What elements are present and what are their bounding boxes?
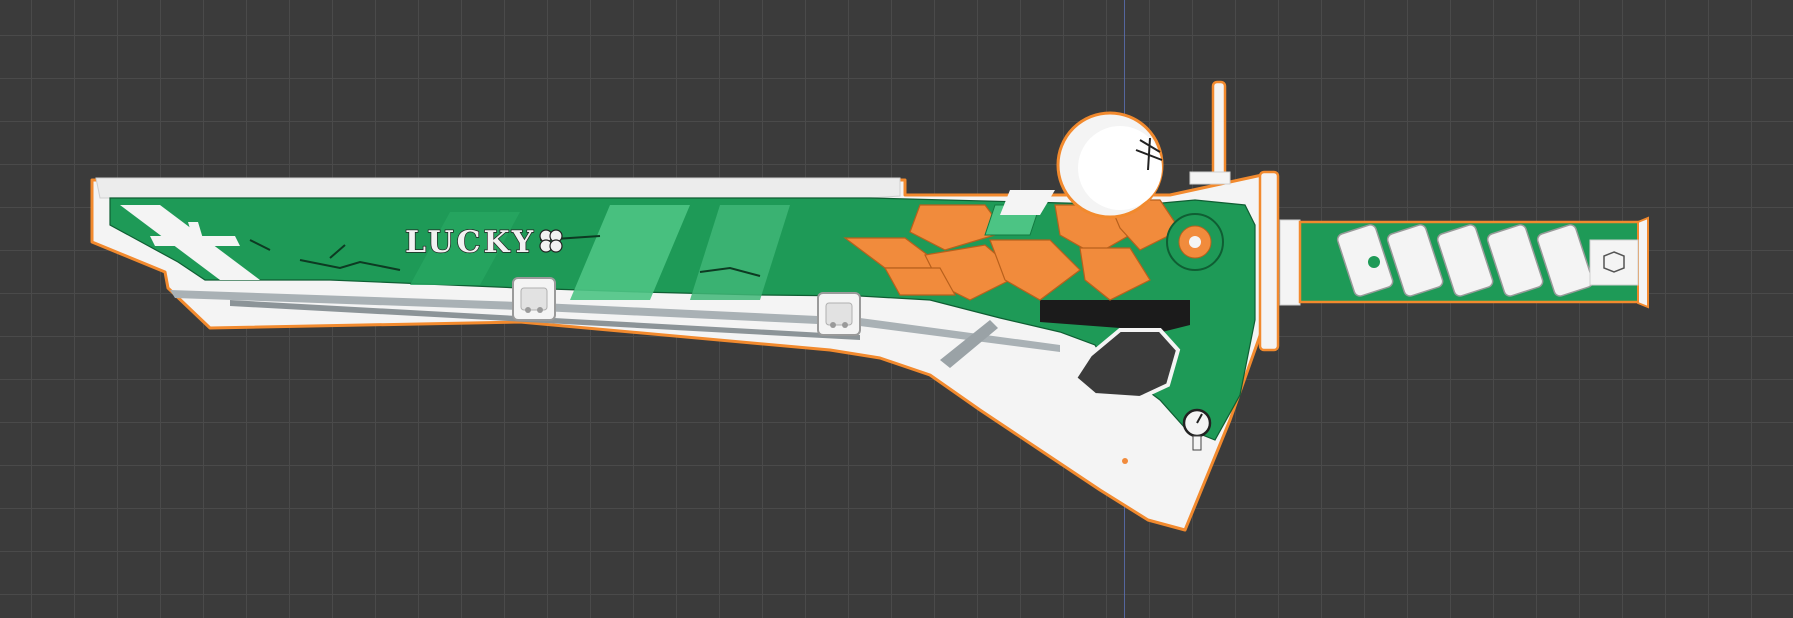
pommel xyxy=(1637,216,1649,309)
gear-hub xyxy=(1166,213,1224,271)
latch-clip-right xyxy=(817,292,861,336)
scope-antenna-bracket xyxy=(1189,171,1231,185)
sword-gun-artwork[interactable]: LUCKY xyxy=(0,0,1793,618)
guard-collar xyxy=(1279,219,1301,306)
pommel-nut-icon xyxy=(1603,251,1625,273)
editor-canvas[interactable]: LUCKY xyxy=(0,0,1793,618)
latch-clip-left xyxy=(512,277,556,321)
handle-gem xyxy=(1368,256,1380,268)
crossguard xyxy=(1258,170,1280,352)
blade-spine xyxy=(95,177,901,199)
scope-antenna xyxy=(1211,80,1227,184)
lucky-inscription: LUCKY xyxy=(405,225,536,260)
rivet-orange xyxy=(1122,458,1128,464)
